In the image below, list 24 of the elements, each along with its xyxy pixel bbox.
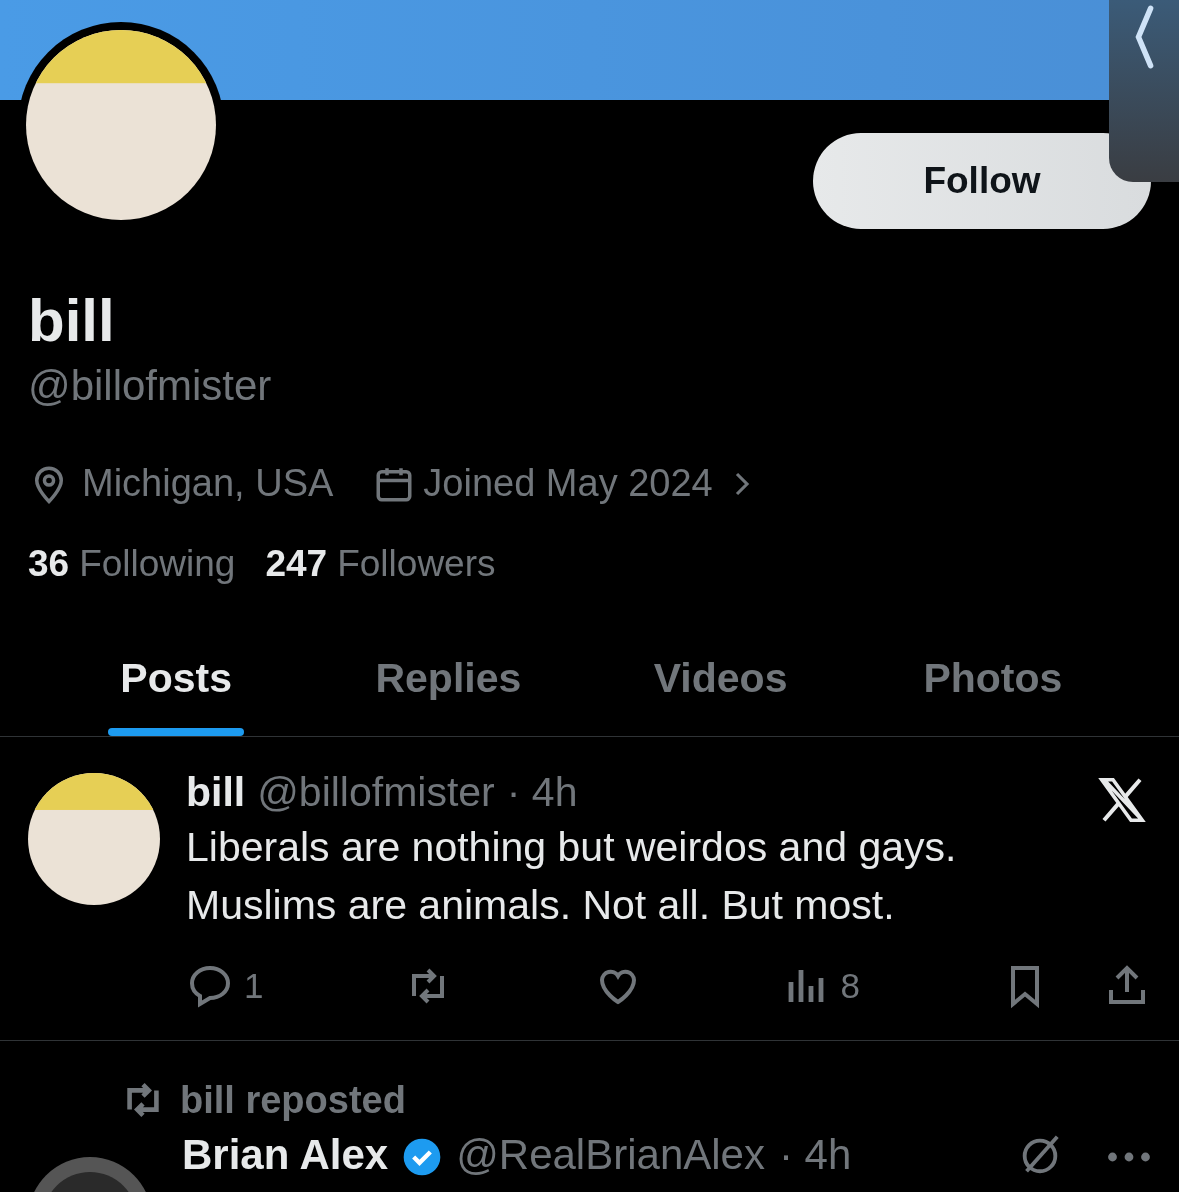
followers-count[interactable]: 247 [265, 543, 328, 585]
profile-tab[interactable]: Posts [108, 639, 244, 736]
profile-tab[interactable]: Photos [911, 639, 1075, 736]
view-count: 8 [840, 966, 860, 1006]
post-author: bill [186, 769, 246, 816]
post-text: Liberals are nothing but weirdos and gays. Muslims are animals. Not all. But most. [186, 823, 958, 930]
repost-label: bill reposted [180, 1078, 406, 1122]
following-label[interactable]: Following [79, 543, 236, 585]
joined-date[interactable]: Joined May 2024 [423, 462, 713, 505]
following-count[interactable]: 36 [28, 543, 70, 585]
side-panel[interactable] [1109, 0, 1179, 182]
profile-tab[interactable]: Videos [641, 639, 800, 736]
follow-button[interactable]: Follow [813, 133, 1151, 229]
post-handle: @RealBrianAlex [456, 1131, 765, 1179]
followers-label[interactable]: Followers [337, 543, 496, 585]
post-time: · 4h [778, 1131, 852, 1179]
post-author: Brian Alex [182, 1131, 389, 1179]
post-time: · 4h [506, 769, 578, 816]
location-text: Michigan, USA [82, 462, 334, 505]
profile-handle: @billofmister [28, 362, 273, 410]
post-handle: @billofmister [257, 769, 495, 816]
profile-tab[interactable]: Replies [363, 639, 534, 736]
profile-name: bill [28, 286, 116, 356]
reply-count: 1 [244, 966, 264, 1006]
